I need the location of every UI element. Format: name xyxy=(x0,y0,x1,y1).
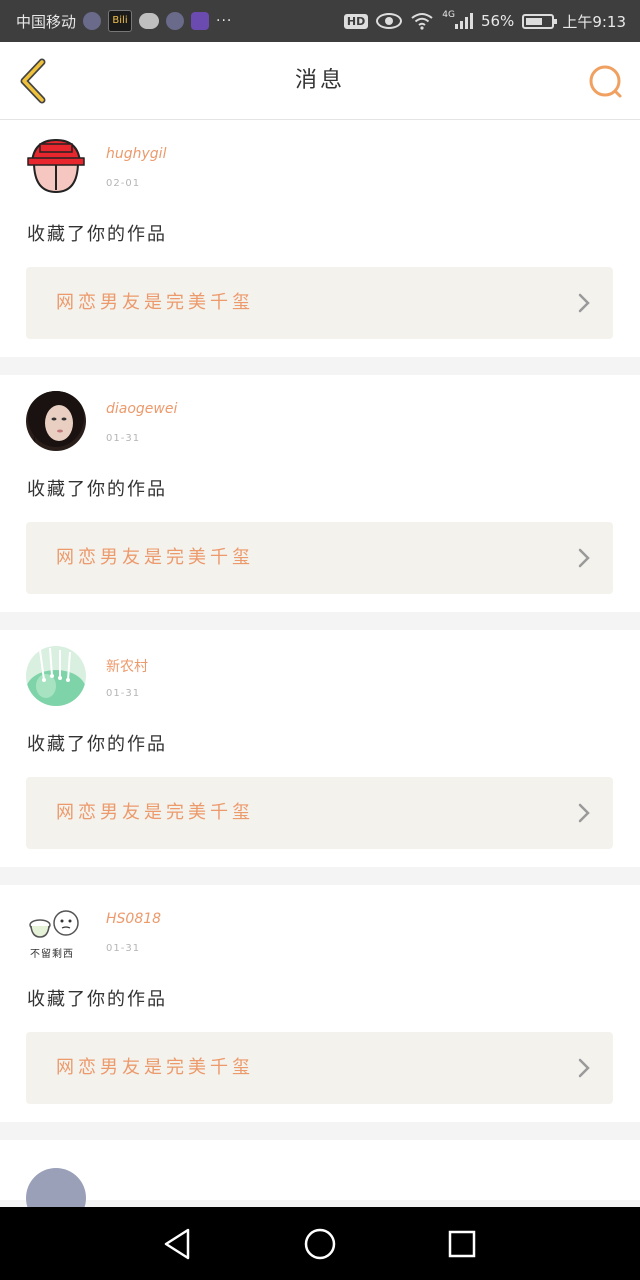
message-card: 不留剩西 HS0818 01-31 收藏了你的作品 网恋男友是完美千玺 xyxy=(0,885,640,1122)
work-title: 网恋男友是完美千玺 xyxy=(56,547,254,568)
signal-icon xyxy=(454,13,473,29)
username[interactable]: hughygil xyxy=(106,146,166,162)
work-link[interactable]: 网恋男友是完美千玺 xyxy=(26,267,613,339)
message-card: diaogewei 01-31 收藏了你的作品 网恋男友是完美千玺 xyxy=(0,375,640,612)
battery-icon xyxy=(522,13,558,29)
chevron-right-icon xyxy=(578,1058,590,1078)
username[interactable]: diaogewei xyxy=(106,401,177,417)
timestamp: 01-31 xyxy=(106,943,141,954)
work-link[interactable]: 网恋男友是完美千玺 xyxy=(26,1032,613,1104)
back-nav-icon[interactable] xyxy=(158,1224,198,1264)
timestamp: 02-01 xyxy=(106,178,141,189)
home-nav-icon[interactable] xyxy=(300,1224,340,1264)
action-text: 收藏了你的作品 xyxy=(27,479,167,500)
work-link[interactable]: 网恋男友是完美千玺 xyxy=(26,522,613,594)
page-title: 消息 xyxy=(294,68,345,93)
action-text: 收藏了你的作品 xyxy=(27,734,167,755)
chevron-right-icon xyxy=(578,803,590,823)
avatar[interactable] xyxy=(26,646,86,706)
carrier-label: 中国移动 xyxy=(16,12,77,31)
work-title: 网恋男友是完美千玺 xyxy=(56,802,254,823)
app-icon xyxy=(191,12,210,30)
username[interactable]: HS0818 xyxy=(106,911,161,927)
clock: 上午9:13 xyxy=(562,12,626,31)
avatar[interactable] xyxy=(26,136,86,196)
status-bar: 中国移动 Bili ··· HD 4G 56% 上午9:13 xyxy=(0,0,640,42)
network-type: 4G xyxy=(442,10,455,20)
hd-badge: HD xyxy=(343,13,369,29)
qq-icon xyxy=(166,12,185,30)
avatar[interactable] xyxy=(26,391,86,451)
system-nav-bar xyxy=(0,1207,640,1280)
red-cartoon-avatar-icon xyxy=(26,136,86,196)
timestamp: 01-31 xyxy=(106,688,141,699)
message-card xyxy=(0,1140,640,1228)
wechat-icon xyxy=(139,13,160,29)
action-text: 收藏了你的作品 xyxy=(27,989,167,1010)
work-title: 网恋男友是完美千玺 xyxy=(56,1057,254,1078)
action-text: 收藏了你的作品 xyxy=(27,224,167,245)
bili-icon: Bili xyxy=(108,10,133,32)
username[interactable]: 新农村 xyxy=(106,656,148,676)
green-flower-avatar-icon xyxy=(26,646,86,706)
search-icon[interactable] xyxy=(588,64,624,100)
work-title: 网恋男友是完美千玺 xyxy=(56,292,254,313)
recents-nav-icon[interactable] xyxy=(442,1224,482,1264)
battery-percent: 56% xyxy=(480,12,515,30)
header-bar: 消息 xyxy=(0,42,640,120)
chevron-right-icon xyxy=(578,548,590,568)
chevron-right-icon xyxy=(578,293,590,313)
wifi-icon xyxy=(411,13,433,30)
message-card: hughygil 02-01 收藏了你的作品 网恋男友是完美千玺 xyxy=(0,120,640,357)
eye-comfort-icon xyxy=(376,13,403,29)
avatar-caption: 不留剩西 xyxy=(30,949,74,960)
message-list: hughygil 02-01 收藏了你的作品 网恋男友是完美千玺 diaogew… xyxy=(0,120,640,1228)
timestamp: 01-31 xyxy=(106,433,141,444)
more-notifications-icon: ··· xyxy=(216,13,233,29)
message-card: 新农村 01-31 收藏了你的作品 网恋男友是完美千玺 xyxy=(0,630,640,867)
settings-icon xyxy=(83,12,102,30)
girl-photo-avatar-icon xyxy=(26,391,86,451)
avatar[interactable]: 不留剩西 xyxy=(26,901,86,961)
work-link[interactable]: 网恋男友是完美千玺 xyxy=(26,777,613,849)
